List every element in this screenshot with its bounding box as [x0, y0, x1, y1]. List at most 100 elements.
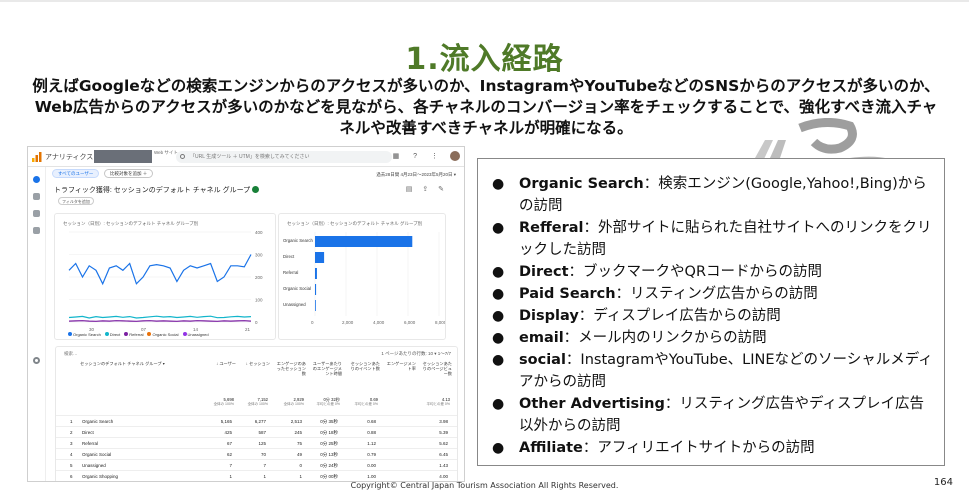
- row-channel: Organic Social: [82, 452, 112, 457]
- total-subtext: 全体の 100%: [283, 402, 304, 406]
- settings-gear-icon[interactable]: [33, 357, 40, 364]
- category-label: Organic Search: [283, 238, 313, 243]
- total-subtext: 平均との差 0%: [316, 402, 341, 406]
- row-cell: 75: [296, 441, 302, 446]
- x-tick-label: 4,000: [373, 320, 385, 325]
- legend-label[interactable]: Unassigned: [188, 332, 209, 337]
- bar-direct: [315, 252, 325, 263]
- table-search[interactable]: 検索…: [64, 351, 78, 357]
- legend-label[interactable]: Organic Search: [73, 332, 101, 337]
- x-tick-label: 2,000: [342, 320, 354, 325]
- report-toolbar-icons[interactable]: ▤ ⇪ ✎: [406, 185, 448, 193]
- channel-description: ：InstagramやYouTube、LINEなどのソーシャルメディアからの訪問: [519, 352, 933, 390]
- channel-term: Organic Search: [519, 176, 644, 192]
- row-cell: 0分 00秒: [320, 474, 338, 479]
- column-header[interactable]: エンゲージメント率: [384, 361, 416, 371]
- chip-add-compare[interactable]: 比較対象を追加 ＋: [104, 169, 154, 178]
- column-header[interactable]: ユーザーあたりのエンゲージメント時間: [310, 361, 342, 376]
- total-subtext: 全体の 100%: [213, 402, 234, 406]
- y-tick-label: 400: [255, 230, 263, 235]
- legend-label[interactable]: Direct: [110, 332, 120, 337]
- table-row[interactable]: 4 Organic Social 62 70 49 0分 13秒 0.79 6.45: [56, 448, 457, 459]
- column-header[interactable]: ↓ セッション: [238, 361, 270, 366]
- advertising-icon[interactable]: [33, 227, 40, 234]
- y-tick-label: 100: [255, 298, 263, 303]
- row-index: 5: [70, 463, 73, 468]
- home-icon[interactable]: [33, 176, 40, 183]
- row-index: 1: [70, 419, 73, 424]
- row-cell: 0.79: [367, 452, 376, 457]
- column-header[interactable]: ↓ ユーザー: [204, 361, 236, 366]
- x-tick-label: 8,000: [435, 320, 445, 325]
- row-cell: 425: [224, 430, 232, 435]
- channel-definition-item: ● Display：ディスプレイ広告からの訪問: [492, 305, 938, 327]
- date-range[interactable]: 過去28日間 4月23日〜2023年5月20日 ▾: [376, 172, 456, 178]
- total-value: 0分 32秒 平均との差 0%: [314, 397, 341, 407]
- topbar-icons[interactable]: ▦ ? ⋮: [393, 152, 444, 160]
- row-cell: 4.00: [439, 474, 448, 479]
- bar-unassigned: [315, 300, 316, 311]
- channel-term: social: [519, 352, 566, 368]
- table-row[interactable]: 6 Organic Shopping 1 1 1 0分 00秒 1.00 4.00: [56, 470, 457, 481]
- line-chart: 400300200100030 07 14 21: [68, 230, 263, 332]
- explore-icon[interactable]: [33, 210, 40, 217]
- report-title-text: トラフィック獲得: セッションのデフォルト チャネル グループ: [54, 187, 251, 194]
- column-header[interactable]: セッションあたりのページビュー数: [420, 361, 452, 376]
- search-placeholder: 「URL 生成ツール ＋ UTM」を検索してみてください: [190, 154, 310, 160]
- row-channel: Referral: [82, 441, 99, 446]
- bullet-icon: ●: [492, 176, 505, 192]
- channel-term: Paid Search: [519, 286, 616, 302]
- column-header[interactable]: エンゲージのあったセッション数: [274, 361, 306, 376]
- bar-referral: [315, 268, 317, 279]
- add-filter-button[interactable]: フィルタを追加: [58, 197, 94, 205]
- bar-chart: 0 2,000 4,000 6,000 8,000 Organic Search Direc…: [283, 232, 445, 325]
- row-cell: 5,165: [220, 419, 232, 424]
- row-channel: Unassigned: [82, 463, 106, 468]
- series-line-referral: [68, 320, 252, 322]
- reports-icon[interactable]: [33, 193, 40, 200]
- row-cell: 1.00: [367, 474, 376, 479]
- row-cell: 125: [258, 441, 266, 446]
- row-index: 4: [70, 452, 73, 457]
- search-icon: [180, 154, 185, 159]
- row-cell: 1.43: [439, 463, 448, 468]
- channel-description: ：アフィリエイトサイトからの訪問: [582, 440, 815, 456]
- category-label: Referral: [283, 270, 298, 275]
- x-tick-label: 6,000: [404, 320, 416, 325]
- legend-label[interactable]: Referral: [129, 332, 143, 337]
- col-channel-header[interactable]: セッションのデフォルト チャネル グループ ▾: [80, 361, 180, 366]
- chip-all-users[interactable]: すべてのユーザー: [52, 169, 100, 178]
- channel-definitions-list: ● Organic Search：検索エンジン(Google,Yahoo!,Bin…: [492, 173, 938, 459]
- redacted-account: [94, 150, 152, 163]
- bullet-icon: ●: [492, 396, 505, 412]
- bullet-icon: ●: [492, 330, 505, 346]
- table-pager[interactable]: 1 ページあたりの行数: 10 ▾ 1〜7/7: [381, 351, 451, 357]
- total-subtext: 平均との差 0%: [354, 402, 379, 406]
- table-row[interactable]: 5 Unassigned 7 7 0 0分 24秒 0.00 1.43: [56, 459, 457, 470]
- channel-definition-item: ● Organic Search：検索エンジン(Google,Yahoo!,Bin…: [492, 173, 938, 217]
- legend-swatch: [147, 332, 152, 336]
- channel-description: ：リスティング広告からの訪問: [615, 286, 818, 302]
- avatar[interactable]: [450, 151, 460, 161]
- row-cell: 49: [296, 452, 302, 457]
- row-cell: 67: [226, 441, 232, 446]
- column-header[interactable]: セッションあたりのイベント数: [348, 361, 380, 371]
- channel-definition-item: ● Other Advertising：リスティング広告やディスプレイ広告以外から…: [492, 393, 938, 437]
- legend-label[interactable]: Organic Social: [152, 332, 178, 337]
- table-row[interactable]: 2 Direct 425 587 245 0分 18秒 0.88 5.39: [56, 426, 457, 437]
- page-number: 164: [933, 477, 953, 488]
- status-check-icon: [252, 186, 260, 193]
- bullet-icon: ●: [492, 220, 505, 236]
- analytics-topbar: アナリティクス Web サイト 「URL 生成ツール ＋ UTM」を検索してみて…: [28, 147, 464, 167]
- row-cell: 0分 25秒: [320, 441, 338, 446]
- left-nav: [28, 167, 46, 481]
- table-row[interactable]: 3 Referral 67 125 75 0分 25秒 1.12 5.62: [56, 437, 457, 448]
- series-line-organic-search: [68, 254, 252, 286]
- row-cell: 5.39: [439, 430, 448, 435]
- legend-swatch: [68, 332, 72, 336]
- category-label: Unassigned: [283, 302, 306, 307]
- table-row[interactable]: 1 Organic Search 5,165 6,277 2,513 0分 35秒 0.68…: [56, 415, 457, 426]
- category-label: Direct: [283, 254, 295, 259]
- row-cell: 62: [226, 452, 232, 457]
- search-bar[interactable]: 「URL 生成ツール ＋ UTM」を検索してみてください: [176, 151, 392, 163]
